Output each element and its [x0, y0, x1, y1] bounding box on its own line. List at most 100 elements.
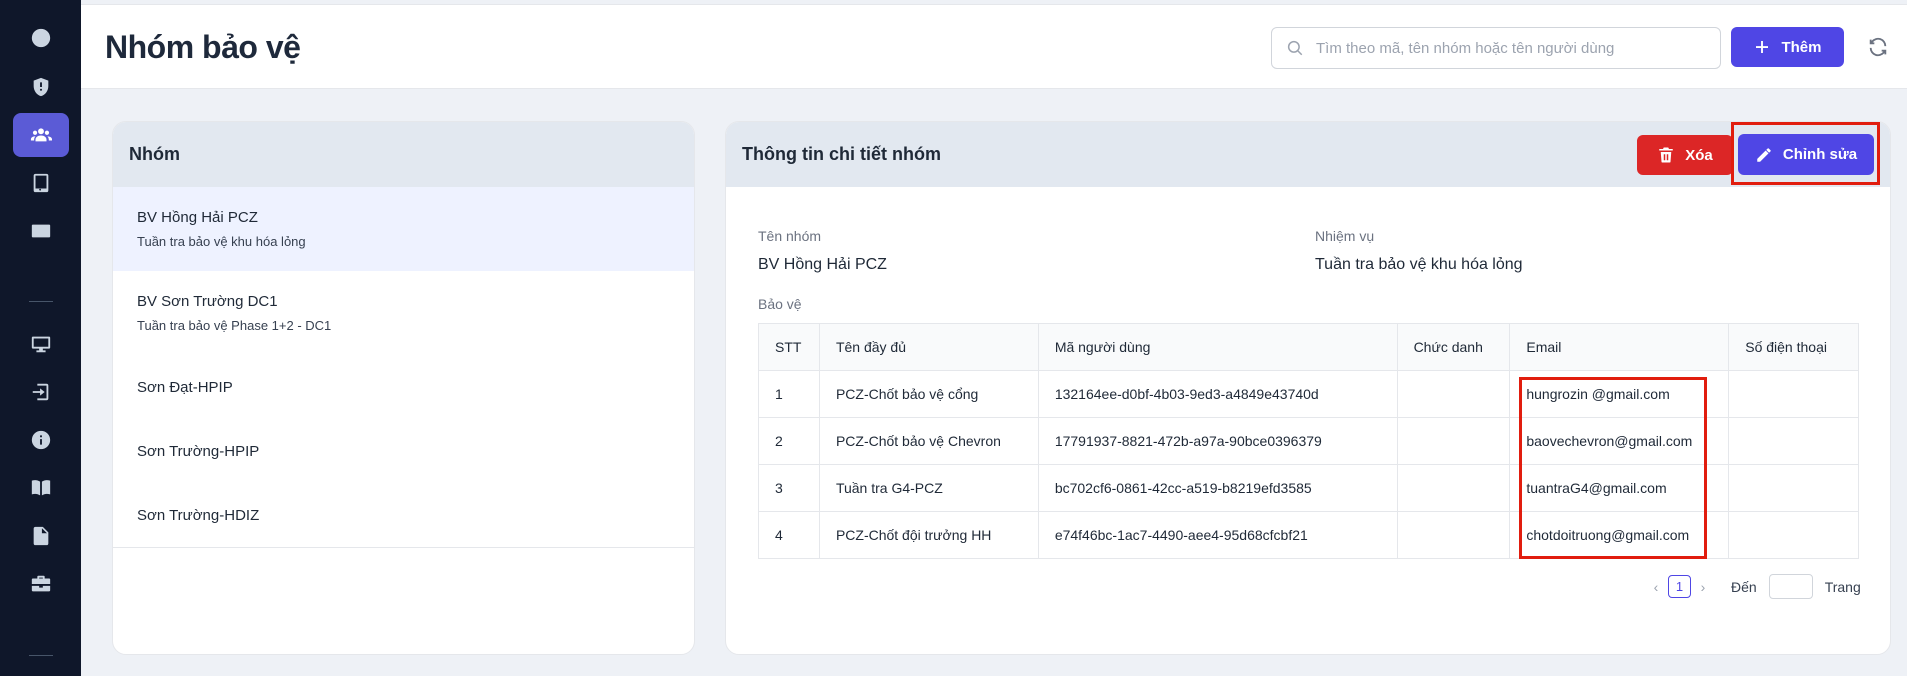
- sidebar-divider: [29, 655, 53, 656]
- sidebar-item-devices[interactable]: [13, 161, 69, 205]
- guards-table: STT Tên đầy đủ Mã người dùng Chức danh E…: [758, 323, 1859, 559]
- sidebar-item-info[interactable]: [13, 418, 69, 462]
- table-cell: tuantraG4@gmail.com: [1509, 464, 1730, 512]
- clock-icon: [31, 28, 51, 48]
- group-panel-title: Nhóm: [113, 122, 694, 187]
- group-item-name: Sơn Đạt-HPIP: [137, 378, 233, 396]
- refresh-button[interactable]: [1867, 36, 1891, 60]
- sidebar-item-reports[interactable]: [13, 514, 69, 558]
- table-cell: 2: [758, 417, 820, 465]
- table-cell: e74f46bc-1ac7-4490-aee4-95d68cfcbf21: [1037, 511, 1398, 559]
- group-item-name: Sơn Trường-HDIZ: [137, 506, 260, 524]
- group-name-label: Tên nhóm: [758, 228, 822, 244]
- table-cell: [1396, 511, 1511, 559]
- group-item[interactable]: Sơn Trường-HDIZ: [113, 483, 694, 547]
- sidebar: [0, 0, 81, 676]
- page-title: Nhóm bảo vệ: [105, 29, 301, 65]
- group-item[interactable]: Sơn Trường-HPIP: [113, 419, 694, 483]
- guards-label: Bảo vệ: [758, 296, 802, 312]
- column-header: Chức danh: [1396, 323, 1511, 371]
- search-input[interactable]: [1316, 39, 1696, 57]
- monitor-icon: [31, 336, 51, 353]
- table-cell: [1396, 370, 1511, 418]
- table-cell: [1728, 511, 1859, 559]
- table-cell: 3: [758, 464, 820, 512]
- sidebar-item-history[interactable]: [13, 16, 69, 60]
- table-cell: 4: [758, 511, 820, 559]
- pencil-icon: [1757, 147, 1771, 162]
- refresh-icon: [1869, 37, 1887, 57]
- table-row: 4 PCZ-Chốt đội trưởng HH e74f46bc-1ac7-4…: [758, 511, 1859, 559]
- page-label: Trang: [1824, 578, 1861, 595]
- search-box[interactable]: [1271, 27, 1721, 69]
- current-page[interactable]: 1: [1668, 575, 1691, 598]
- document-icon: [33, 526, 49, 546]
- table-row: 3 Tuần tra G4-PCZ bc702cf6-0861-42cc-a51…: [758, 464, 1859, 512]
- table-cell: PCZ-Chốt đội trưởng HH: [818, 511, 1039, 559]
- duty-value: Tuần tra bảo vệ khu hóa lỏng: [1315, 256, 1523, 273]
- sidebar-item-cards[interactable]: [13, 209, 69, 253]
- detail-header: Thông tin chi tiết nhóm Xóa Chỉnh sửa: [726, 122, 1890, 187]
- pagination: ‹ 1 › Đến Trang: [1648, 574, 1861, 599]
- trash-icon: [1659, 147, 1673, 163]
- sidebar-item-access[interactable]: [13, 370, 69, 414]
- page-header: Nhóm bảo vệ Thêm: [81, 4, 1907, 89]
- info-icon: [31, 430, 51, 450]
- group-name-value: BV Hồng Hải PCZ: [758, 256, 887, 273]
- group-list: BV Hồng Hải PCZ Tuần tra bảo vệ khu hóa …: [113, 187, 694, 548]
- group-item[interactable]: Sơn Đạt-HPIP: [113, 355, 694, 419]
- search-icon: [1287, 40, 1303, 56]
- group-item-name: BV Hồng Hải PCZ: [137, 209, 258, 226]
- table-cell: [1728, 417, 1859, 465]
- sidebar-item-guide[interactable]: [13, 466, 69, 510]
- delete-button[interactable]: Xóa: [1637, 135, 1733, 175]
- table-cell: [1396, 417, 1511, 465]
- column-header: STT: [758, 323, 820, 371]
- group-panel: Nhóm BV Hồng Hải PCZ Tuần tra bảo vệ khu…: [112, 121, 695, 655]
- table-cell: hungrozin @gmail.com: [1509, 370, 1730, 418]
- table-cell: 132164ee-d0bf-4b03-9ed3-a4849e43740d: [1037, 370, 1398, 418]
- card-icon: [31, 224, 51, 238]
- briefcase-icon: [31, 575, 51, 592]
- duty-label: Nhiệm vụ: [1315, 228, 1375, 244]
- add-button[interactable]: Thêm: [1731, 27, 1844, 67]
- login-icon: [32, 383, 49, 401]
- book-icon: [31, 480, 51, 496]
- tablet-icon: [33, 173, 49, 193]
- sidebar-item-monitor[interactable]: [13, 322, 69, 366]
- prev-page-button[interactable]: ‹: [1648, 579, 1664, 595]
- column-header: Tên đầy đủ: [818, 323, 1039, 371]
- goto-page-input[interactable]: [1768, 574, 1813, 599]
- table-cell: 17791937-8821-472b-a97a-90bce0396379: [1037, 417, 1398, 465]
- group-item[interactable]: BV Hồng Hải PCZ Tuần tra bảo vệ khu hóa …: [113, 187, 694, 271]
- table-cell: [1728, 464, 1859, 512]
- edit-button-label: Chỉnh sửa: [1782, 146, 1858, 163]
- table-cell: 1: [758, 370, 820, 418]
- sidebar-item-groups[interactable]: [13, 113, 69, 157]
- delete-button-label: Xóa: [1685, 146, 1713, 164]
- detail-title: Thông tin chi tiết nhóm: [742, 144, 941, 164]
- column-header: Mã người dùng: [1037, 323, 1398, 371]
- group-item-desc: Tuần tra bảo vệ Phase 1+2 - DC1: [137, 318, 332, 333]
- table-cell: Tuần tra G4-PCZ: [818, 464, 1039, 512]
- sidebar-item-jobs[interactable]: [13, 562, 69, 606]
- goto-label: Đến: [1731, 578, 1757, 595]
- table-cell: [1396, 464, 1511, 512]
- add-button-label: Thêm: [1781, 38, 1822, 56]
- users-icon: [30, 128, 52, 142]
- table-cell: PCZ-Chốt bảo vệ cổng: [818, 370, 1039, 418]
- column-header: Số điện thoại: [1728, 323, 1859, 371]
- table-header-row: STT Tên đầy đủ Mã người dùng Chức danh E…: [758, 323, 1859, 371]
- group-item-desc: Tuần tra bảo vệ khu hóa lỏng: [137, 234, 306, 249]
- plus-icon: [1756, 41, 1769, 53]
- table-cell: [1728, 370, 1859, 418]
- edit-button[interactable]: Chỉnh sửa: [1738, 134, 1874, 175]
- group-detail-panel: Thông tin chi tiết nhóm Xóa Chỉnh sửa Tê…: [725, 121, 1891, 655]
- group-item[interactable]: BV Sơn Trường DC1 Tuần tra bảo vệ Phase …: [113, 271, 694, 355]
- sidebar-item-security[interactable]: [13, 65, 69, 109]
- sidebar-divider: [29, 301, 53, 302]
- table-cell: baovechevron@gmail.com: [1509, 417, 1730, 465]
- table-cell: PCZ-Chốt bảo vệ Chevron: [818, 417, 1039, 465]
- table-cell: chotdoitruong@gmail.com: [1509, 511, 1730, 559]
- next-page-button[interactable]: ›: [1695, 579, 1711, 595]
